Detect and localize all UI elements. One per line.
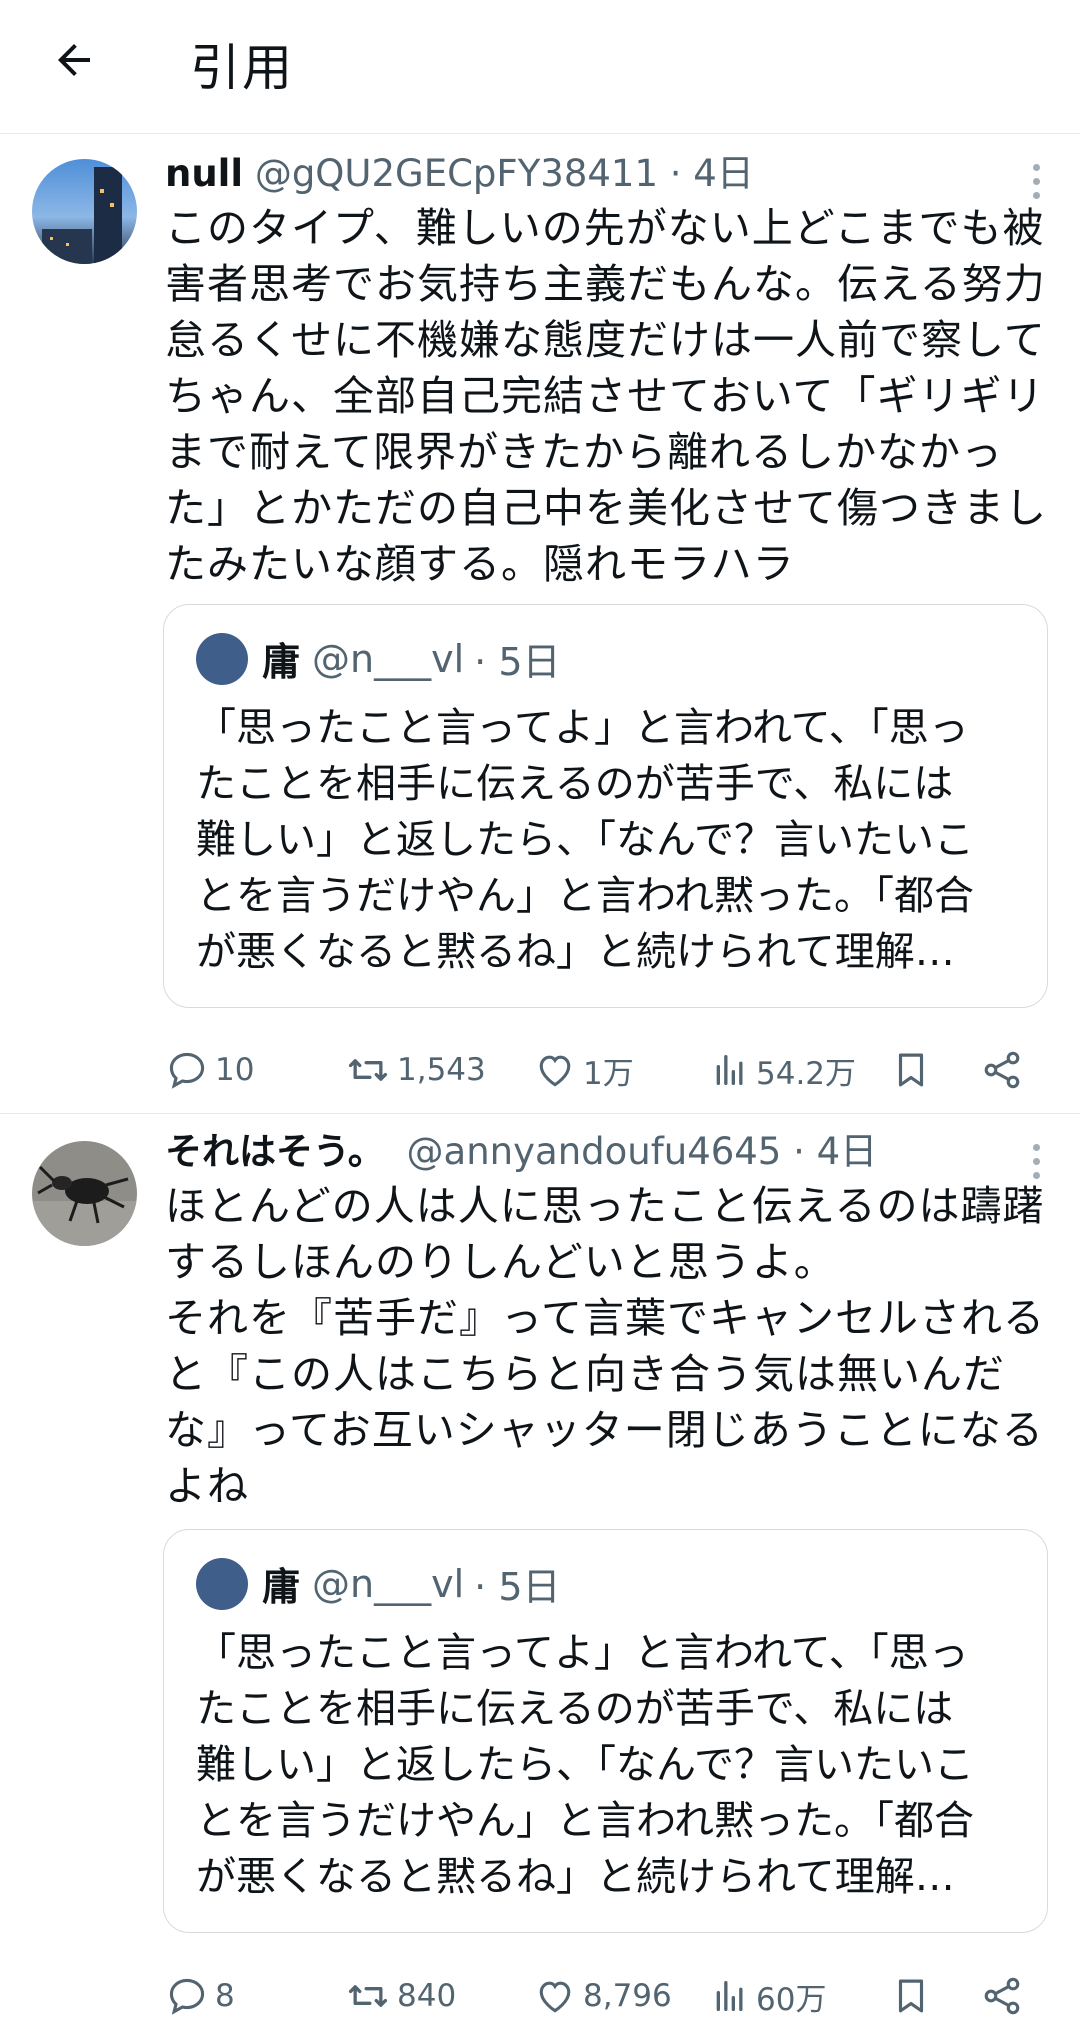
tweet-text-line: ちゃん、全部自己完結させておいて「ギリギリ (165, 372, 1045, 420)
analytics-icon (716, 1055, 743, 1085)
quoted-tweet-header: 庸 @n___vl · 5日 (196, 631, 561, 686)
reply-button[interactable]: 10 (165, 1040, 254, 1100)
tweet-header: それはそう。 @annyandoufu4645 · 4日 (165, 1128, 1045, 1176)
quoted-text-line: たことを相手に伝えるのが苦手で、私には (196, 761, 954, 807)
views-button[interactable]: 54.2万 (710, 1040, 856, 1100)
quoted-text: 「思ったこと言ってよ」と言われて、「思っ たことを相手に伝えるのが苦手で、私には… (196, 1625, 974, 1905)
bookmark-button[interactable] (890, 1040, 938, 1100)
quoted-tweet[interactable]: 庸 @n___vl · 5日 「思ったこと言ってよ」と言われて、「思っ たことを… (163, 1529, 1048, 1933)
tweet-text-line: な』ってお互いシャッター閉じあうことになる (165, 1406, 1044, 1454)
views-button[interactable]: 60万 (710, 1966, 826, 2026)
quoted-tweet-header: 庸 @n___vl · 5日 (196, 1556, 561, 1611)
arrow-left-icon (58, 44, 90, 76)
quoted-handle: @n___vl (312, 1561, 465, 1606)
quoted-handle: @n___vl (312, 636, 465, 681)
quoted-text-line: たことを相手に伝えるのが苦手で、私には (196, 1686, 954, 1732)
bookmark-icon (898, 1053, 924, 1087)
tweet-text-line: と『この人はこちらと向き合う気は無いんだ (165, 1350, 1005, 1398)
share-icon (984, 1977, 1020, 2015)
tweet-text-line: 害者思考でお気持ち主義だもんな。伝える努力 (165, 260, 1046, 308)
reply-icon (169, 1052, 205, 1089)
reply-count: 10 (215, 1052, 255, 1088)
quoted-display-name: 庸 (262, 640, 301, 684)
quoted-display-name: 庸 (262, 1565, 301, 1609)
view-count: 60万 (756, 1981, 827, 2018)
retweet-icon (348, 1985, 388, 2007)
retweet-button[interactable]: 840 (345, 1966, 456, 2026)
retweet-icon (348, 1059, 388, 1081)
bookmark-icon (898, 1979, 924, 2013)
avatar[interactable] (32, 159, 137, 264)
quoted-timestamp: · 5日 (474, 1565, 561, 1609)
tweet-text-line: それを『苦手だ』って言葉でキャンセルされる (165, 1294, 1045, 1342)
tweet-text-line: 怠るくせに不機嫌な態度だけは一人前で察して (165, 316, 1046, 364)
quoted-text-line: が悪くなると黙るね」と続けられて理解… (196, 1854, 955, 1900)
tweet-text: ほとんどの人は人に思ったこと伝えるのは躊躇 するしほんのりしんどいと思うよ。 そ… (165, 1178, 1045, 1514)
quoted-text-line: 「思ったこと言ってよ」と言われて、「思っ (196, 1630, 969, 1676)
quoted-text-line: 「思ったこと言ってよ」と言われて、「思っ (196, 705, 969, 751)
heart-icon (539, 1055, 571, 1087)
tweet[interactable]: null @gQU2GECpFY38411 · 4日 このタイプ、難しいの先がな… (0, 134, 1080, 1112)
bookmark-button[interactable] (890, 1966, 938, 2026)
reply-icon (169, 1978, 205, 2015)
view-count: 54.2万 (756, 1055, 857, 1092)
display-name[interactable]: null (165, 152, 243, 195)
quoted-timestamp: · 5日 (474, 640, 561, 684)
tweet-text-line: ほとんどの人は人に思ったこと伝えるのは躊躇 (165, 1182, 1045, 1230)
user-handle[interactable]: @annyandoufu4645 (407, 1130, 782, 1173)
timestamp[interactable]: · 4日 (670, 152, 754, 195)
quoted-text-line: 難しい」と返したら、「なんで？言いたいこ (196, 1742, 974, 1788)
tweet-actions: 10 1,543 1万 54.2万 (165, 1040, 1045, 1100)
display-name[interactable]: それはそう。 (165, 1130, 385, 1173)
like-button[interactable]: 8,796 (533, 1966, 672, 2026)
more-options-icon[interactable] (1030, 164, 1042, 206)
timestamp[interactable]: · 4日 (793, 1130, 877, 1173)
tweet-actions: 8 840 8,796 60万 (165, 1966, 1045, 2026)
tweet-header: null @gQU2GECpFY38411 · 4日 (165, 150, 1045, 198)
analytics-icon (716, 1981, 743, 2011)
tweet-text: このタイプ、難しいの先がない上どこまでも被 害者思考でお気持ち主義だもんな。伝え… (165, 200, 1047, 592)
tweet-text-line: よね (165, 1462, 249, 1510)
retweet-count: 840 (397, 1978, 457, 2014)
avatar[interactable] (32, 1141, 137, 1246)
share-button[interactable] (980, 1966, 1030, 2026)
quoted-text-line: 難しい」と返したら、「なんで？言いたいこ (196, 817, 974, 863)
like-button[interactable]: 1万 (533, 1040, 634, 1100)
reply-count: 8 (215, 1978, 235, 2014)
page-title: 引用 (190, 39, 294, 97)
more-options-icon[interactable] (1030, 1144, 1042, 1186)
retweet-button[interactable]: 1,543 (345, 1040, 486, 1100)
quoted-avatar (196, 1557, 248, 1610)
tweet-text-line: まで耐えて限界がきたから離れるしかなかっ (165, 428, 1003, 476)
like-count: 8,796 (583, 1978, 672, 2014)
quoted-text-line: が悪くなると黙るね」と続けられて理解… (196, 929, 955, 975)
tweet[interactable]: それはそう。 @annyandoufu4645 · 4日 ほとんどの人は人に思っ… (0, 1114, 1080, 2032)
reply-button[interactable]: 8 (165, 1966, 235, 2026)
share-icon (984, 1051, 1020, 1089)
quoted-avatar (196, 632, 248, 685)
retweet-count: 1,543 (397, 1052, 486, 1088)
tweet-text-line: するしほんのりしんどいと思うよ。 (165, 1238, 836, 1286)
user-handle[interactable]: @gQU2GECpFY38411 (255, 152, 658, 195)
tweet-text-line: た」とかただの自己中を美化させて傷つきまし (165, 484, 1047, 532)
share-button[interactable] (980, 1040, 1030, 1100)
quoted-text: 「思ったこと言ってよ」と言われて、「思っ たことを相手に伝えるのが苦手で、私には… (196, 700, 974, 980)
quoted-tweet[interactable]: 庸 @n___vl · 5日 「思ったこと言ってよ」と言われて、「思っ たことを… (163, 604, 1048, 1008)
like-count: 1万 (583, 1055, 634, 1092)
back-button[interactable] (44, 30, 104, 90)
quoted-text-line: とを言うだけやん」と言われ黙った。「都合 (196, 873, 974, 919)
tweet-text-line: たみたいな顔する。隠れモラハラ (165, 540, 795, 588)
heart-icon (539, 1981, 571, 2013)
tweet-text-line: このタイプ、難しいの先がない上どこまでも被 (165, 204, 1045, 252)
top-bar: 引用 (0, 0, 1080, 134)
quoted-text-line: とを言うだけやん」と言われ黙った。「都合 (196, 1798, 974, 1844)
